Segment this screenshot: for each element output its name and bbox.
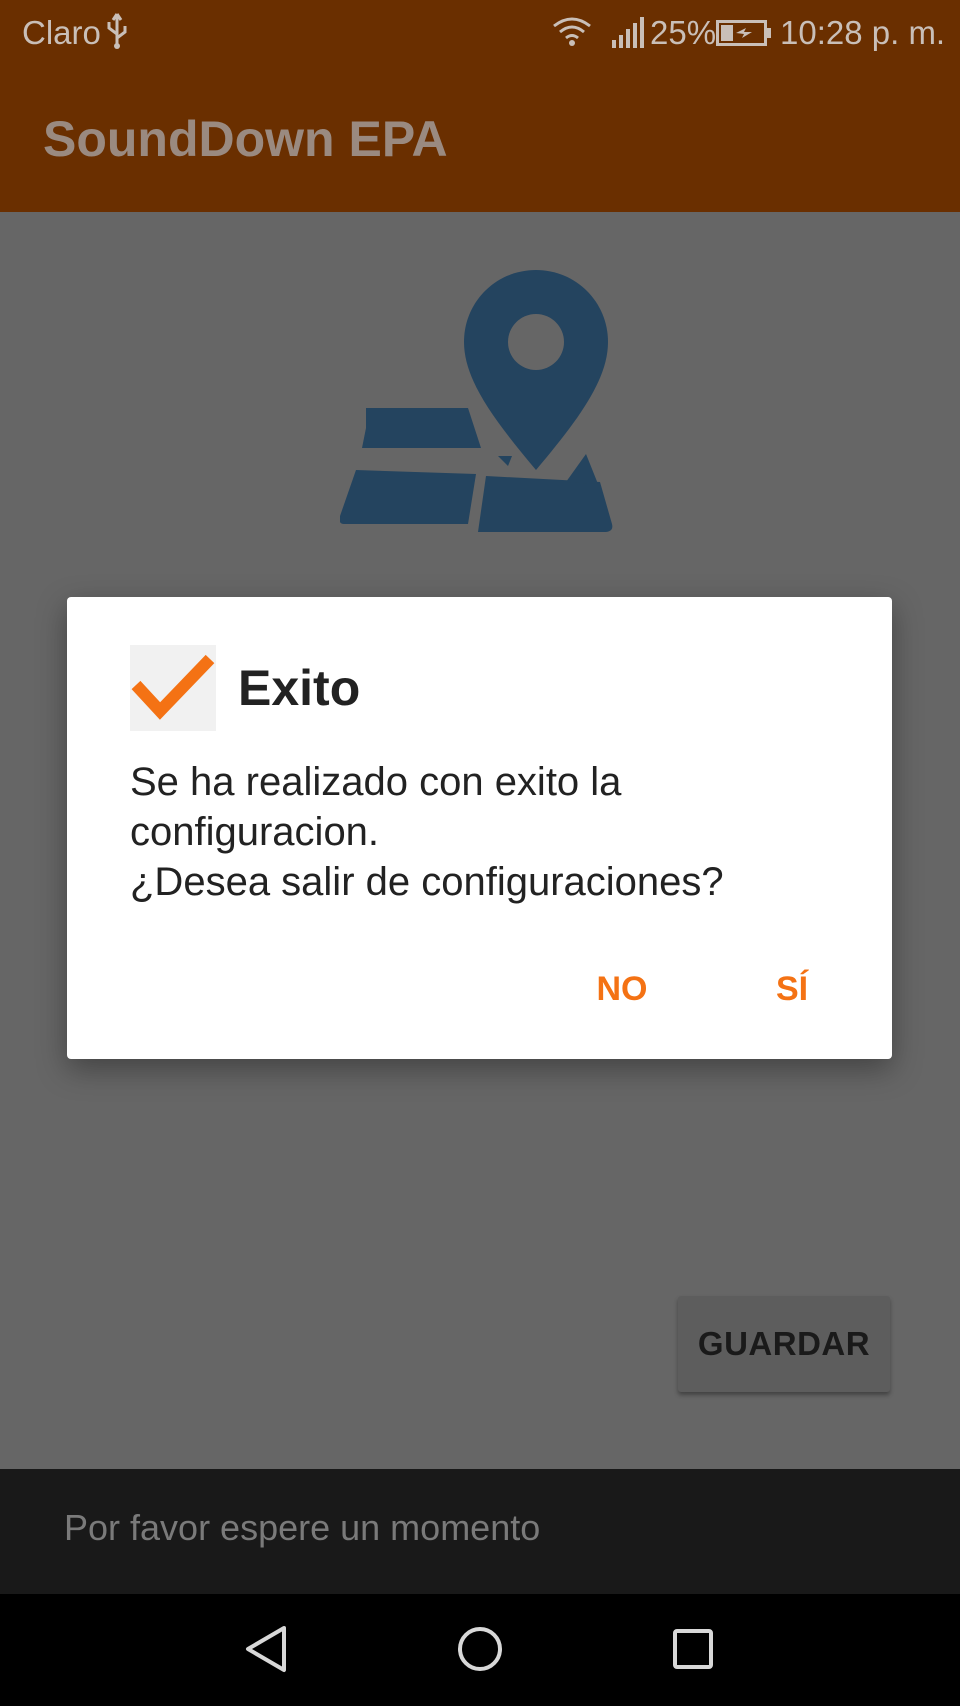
app-title: SoundDown EPA [43,111,448,167]
wifi-icon [553,17,591,46]
no-button[interactable]: NO [567,949,677,1029]
carrier-name: Claro [22,14,101,51]
signal-icon [612,17,644,48]
map-location-icon [340,270,613,532]
yes-button[interactable]: SÍ [742,949,842,1029]
usb-icon [107,13,127,49]
app-bar: SoundDown EPA [0,66,960,212]
clock-time: 10:28 p. m. [780,14,946,51]
snackbar-message: Por favor espere un momento [64,1507,541,1548]
dialog-icon-box [130,645,216,731]
home-icon[interactable] [456,1624,504,1674]
checkmark-icon [131,654,215,720]
dialog-title: Exito [238,660,361,716]
back-icon[interactable] [244,1624,290,1674]
recent-apps-icon[interactable] [672,1628,714,1670]
status-bar: Claro 25% 10:28 p. m. [0,0,960,66]
success-dialog: Exito Se ha realizado con exito la confi… [67,597,892,1059]
navigation-bar [0,1594,960,1706]
snackbar: Por favor espere un momento [0,1469,960,1594]
save-button[interactable]: GUARDAR [678,1296,890,1392]
battery-percent: 25% [650,14,717,51]
battery-charging-icon [716,20,771,46]
dialog-message: Se ha realizado con exito la configuraci… [130,760,724,904]
screen: Claro 25% 10:28 p. m. SoundDown EPA GUAR… [0,0,960,1706]
